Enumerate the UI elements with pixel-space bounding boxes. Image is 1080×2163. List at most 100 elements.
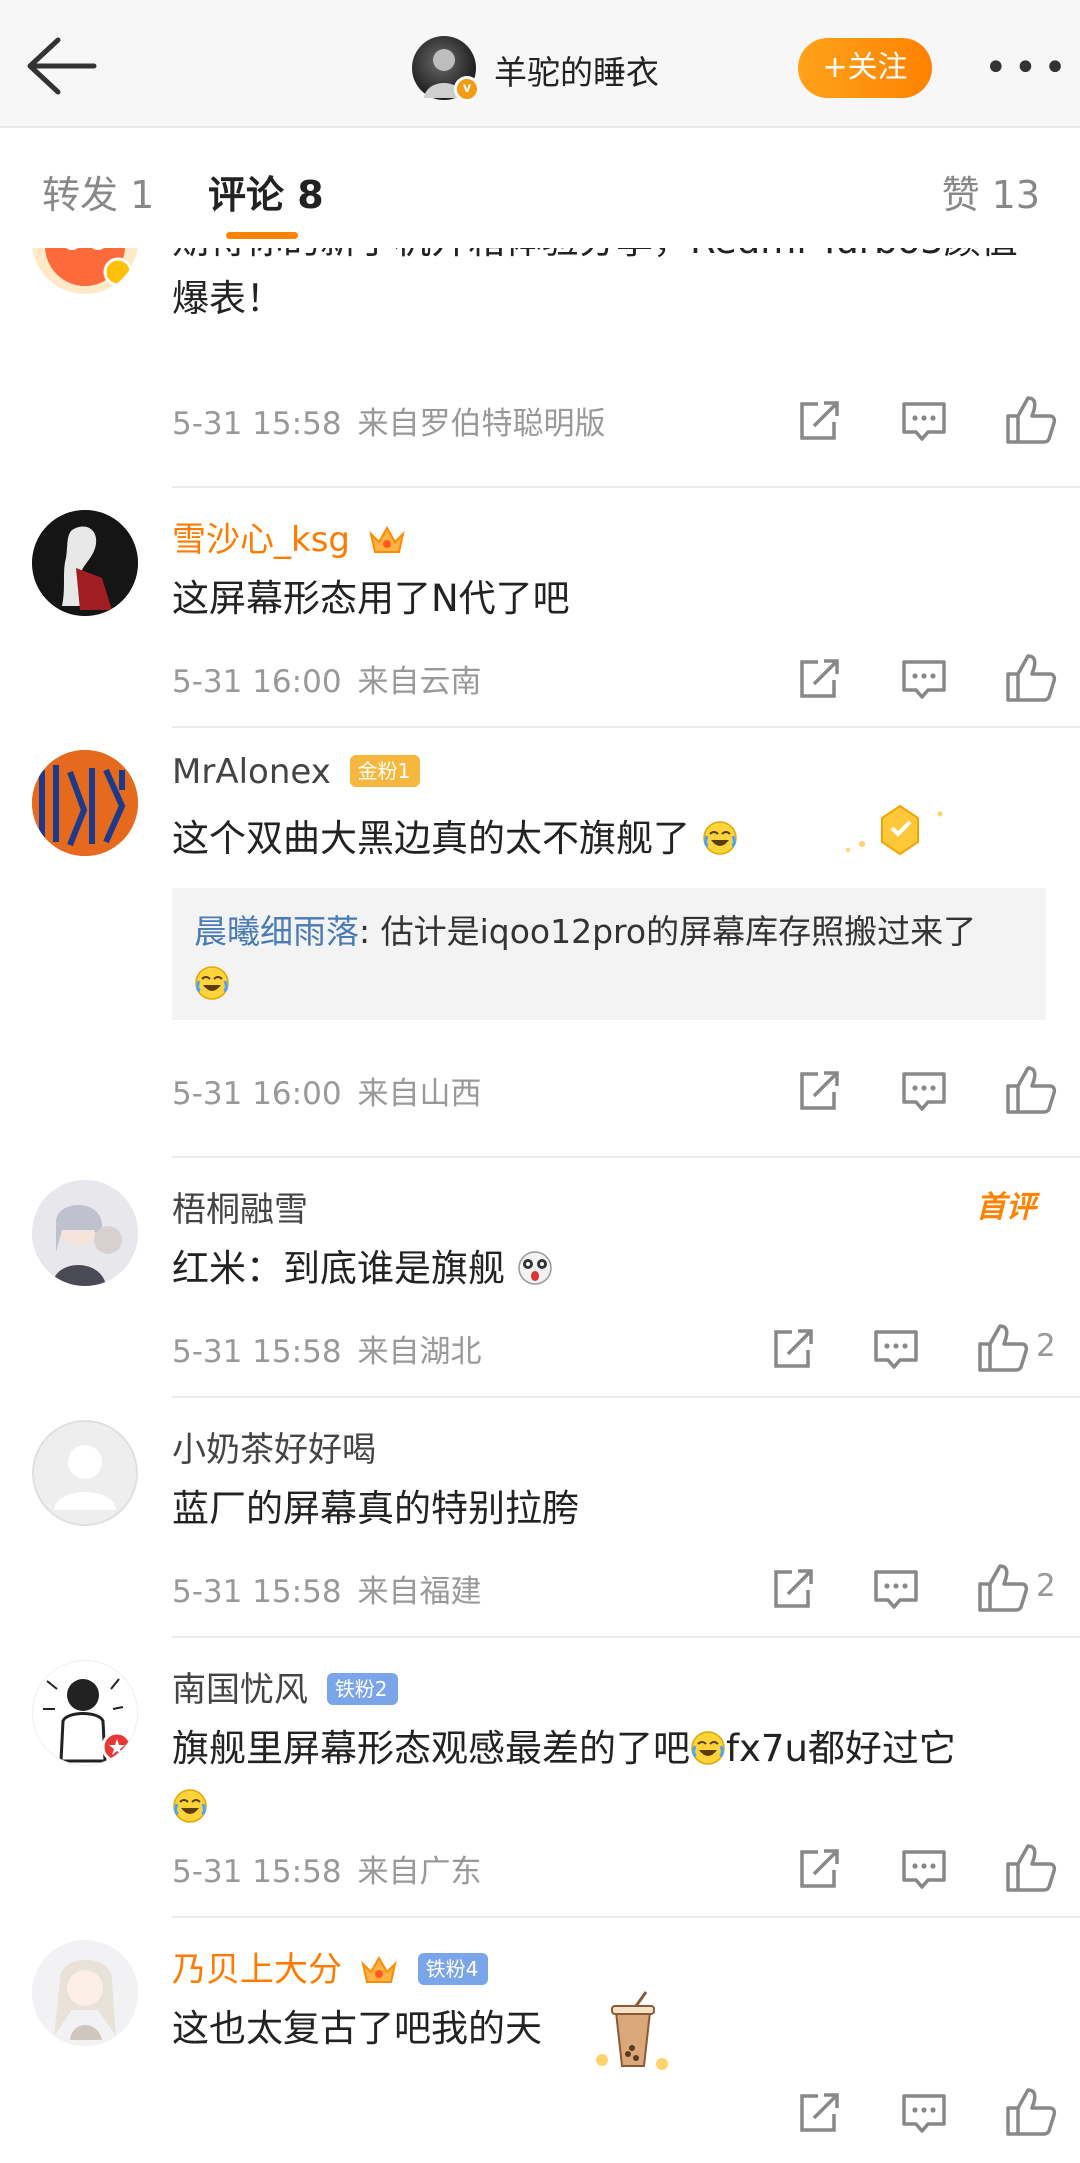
reply-author[interactable]: 晨曦细雨落	[194, 912, 359, 951]
comment-time: 5-31 15:58	[172, 1854, 342, 1890]
share-icon[interactable]	[788, 1062, 848, 1118]
vip-crown-icon	[369, 525, 405, 553]
anime-girl-avatar-icon	[32, 1940, 138, 2046]
comment-actions	[780, 1062, 1080, 1118]
more-options-icon[interactable]: •••	[984, 48, 1073, 88]
follow-button[interactable]: +关注	[798, 38, 932, 98]
comment-text-content: 红米：到底谁是旗舰	[172, 1247, 505, 1290]
reply-text: : 估计是iqoo12pro的屏幕库存照搬过来了	[359, 912, 977, 951]
tab-likes[interactable]: 赞 13	[942, 164, 1040, 219]
commenter-name[interactable]: 乃贝上大分 铁粉4	[172, 1942, 489, 1991]
vip-crown-icon	[361, 1955, 397, 1983]
tab-comments[interactable]: 评论 8	[208, 164, 324, 219]
top-bar: v 羊驼的睡衣 +关注 •••	[0, 0, 1080, 128]
commenter-name[interactable]: 雪沙心_ksg	[172, 512, 407, 561]
comment-time: 5-31 15:58	[172, 1334, 342, 1370]
commenter-name[interactable]: MrAlonex 金粉1	[172, 752, 421, 792]
commenter-name-text[interactable]: 乃贝上大分	[172, 1950, 342, 1990]
avatar[interactable]	[32, 510, 138, 616]
comment-icon[interactable]	[894, 2084, 954, 2140]
tab-bar: 转发 1 评论 8 赞 13	[0, 130, 1080, 248]
comment-item: 雪沙心_ksg 这屏幕形态用了N代了吧 5-31 16:00 来自云南	[0, 488, 1080, 728]
comment-icon[interactable]	[866, 1560, 926, 1616]
comment-item: 乃贝上大分 铁粉4 这也太复古了吧我的天	[0, 1918, 1080, 2163]
avatar[interactable]	[32, 1660, 138, 1766]
like-icon[interactable]	[1000, 2084, 1060, 2140]
comment-actions	[780, 392, 1080, 448]
comment-list[interactable]: 期待你的新手机开箱体验分享，Redmi Turbo3颜值爆表！ 5-31 15:…	[0, 248, 1080, 2163]
comment-source: 来自湖北	[357, 1334, 482, 1370]
avatar[interactable]	[32, 1940, 138, 2046]
author-avatar[interactable]: v	[412, 36, 480, 102]
fan-badge: 金粉1	[349, 754, 421, 787]
share-icon[interactable]	[788, 392, 848, 448]
comment-source: 来自福建	[357, 1574, 482, 1610]
anime-avatar-icon	[32, 1180, 138, 1286]
avatar[interactable]	[32, 1420, 138, 1526]
comment-actions: 2	[774, 1560, 1080, 1616]
comment-source: 来自罗伯特聪明版	[357, 406, 606, 442]
comment-text: 这屏幕形态用了N代了吧	[172, 577, 570, 620]
commenter-name-text[interactable]: 南国忧风	[172, 1670, 308, 1710]
comment-meta: 5-31 15:58 来自湖北	[172, 1326, 482, 1371]
fan-badge: 铁粉2	[326, 1672, 398, 1705]
share-icon[interactable]	[788, 2084, 848, 2140]
like-icon[interactable]	[1000, 650, 1060, 706]
share-icon[interactable]	[788, 650, 848, 706]
comment-icon[interactable]	[894, 1062, 954, 1118]
comment-text: 蓝厂的屏幕真的特别拉胯	[172, 1487, 579, 1530]
comment-source: 来自山西	[357, 1076, 482, 1112]
comment-actions: 2	[774, 1320, 1080, 1376]
comment-meta: 5-31 16:00 来自云南	[172, 656, 482, 701]
avatar[interactable]	[32, 750, 138, 856]
commenter-name[interactable]: 南国忧风 铁粉2	[172, 1662, 398, 1711]
sketch-avatar-icon	[33, 1661, 137, 1765]
commenter-name-text[interactable]: 雪沙心_ksg	[172, 520, 350, 560]
share-icon[interactable]	[762, 1560, 822, 1616]
fan-badge: 铁粉4	[417, 1952, 489, 1985]
comment-text-content: 这个双曲大黑边真的太不旗舰了	[172, 817, 690, 860]
like-icon[interactable]	[1000, 392, 1060, 448]
laugh-cry-emoji-icon	[691, 1730, 725, 1765]
comment-meta: 5-31 15:58 来自福建	[172, 1566, 482, 1611]
reply-preview[interactable]: 晨曦细雨落: 估计是iqoo12pro的屏幕库存照搬过来了	[172, 888, 1046, 1020]
like-icon[interactable]	[1000, 1840, 1060, 1896]
avatar[interactable]	[32, 1180, 138, 1286]
commenter-name[interactable]: 小奶茶好好喝	[172, 1422, 376, 1471]
shocked-panda-emoji-icon	[518, 1250, 552, 1285]
joker-avatar-icon	[32, 510, 138, 616]
comment-icon[interactable]	[894, 392, 954, 448]
laugh-cry-emoji-icon	[195, 965, 229, 1000]
tab-repost[interactable]: 转发 1	[42, 164, 154, 219]
comment-item: 南国忧风 铁粉2 旗舰里屏幕形态观感最差的了吧 fx7u都好过它 5-31 15:…	[0, 1638, 1080, 1918]
comment-meta: 5-31 15:58 来自广东	[172, 1846, 482, 1891]
comment-text: 红米：到底谁是旗舰	[172, 1240, 1052, 1298]
comment-icon[interactable]	[866, 1320, 926, 1376]
comment-text-content: fx7u都好过它	[726, 1727, 956, 1770]
comment-meta: 5-31 15:58 来自罗伯特聪明版	[172, 398, 606, 443]
comment-time: 5-31 15:58	[172, 406, 342, 442]
comment-icon[interactable]	[894, 650, 954, 706]
milk-tea-decoration-icon	[596, 1991, 668, 2070]
share-icon[interactable]	[762, 1320, 822, 1376]
like-icon[interactable]	[972, 1560, 1032, 1616]
comment-source: 来自广东	[357, 1854, 482, 1890]
comment-text: 旗舰里屏幕形态观感最差的了吧 fx7u都好过它	[172, 1720, 1052, 1836]
like-icon[interactable]	[972, 1320, 1032, 1376]
comment-icon[interactable]	[894, 1840, 954, 1896]
back-arrow-icon[interactable]	[22, 34, 98, 98]
comment-time: 5-31 16:00	[172, 1076, 342, 1112]
author-name[interactable]: 羊驼的睡衣	[494, 46, 659, 94]
commenter-name-text[interactable]: MrAlonex	[172, 752, 331, 792]
comment-actions	[780, 2084, 1080, 2140]
like-count: 2	[1036, 1328, 1056, 1364]
avatar[interactable]	[32, 248, 138, 294]
comment-item: 梧桐融雪 首评 红米：到底谁是旗舰 5-31 15:58 来自湖北 2	[0, 1158, 1080, 1398]
comment-item: MrAlonex 金粉1 这个双曲大黑边真的太不旗舰了 晨曦细雨落: 估计是iq…	[0, 728, 1080, 1158]
gold-medal-decoration-icon	[846, 804, 943, 856]
verified-badge-icon: v	[454, 76, 480, 102]
share-icon[interactable]	[788, 1840, 848, 1896]
like-icon[interactable]	[1000, 1062, 1060, 1118]
commenter-name[interactable]: 梧桐融雪	[172, 1182, 308, 1231]
default-avatar-icon	[32, 1420, 138, 1526]
